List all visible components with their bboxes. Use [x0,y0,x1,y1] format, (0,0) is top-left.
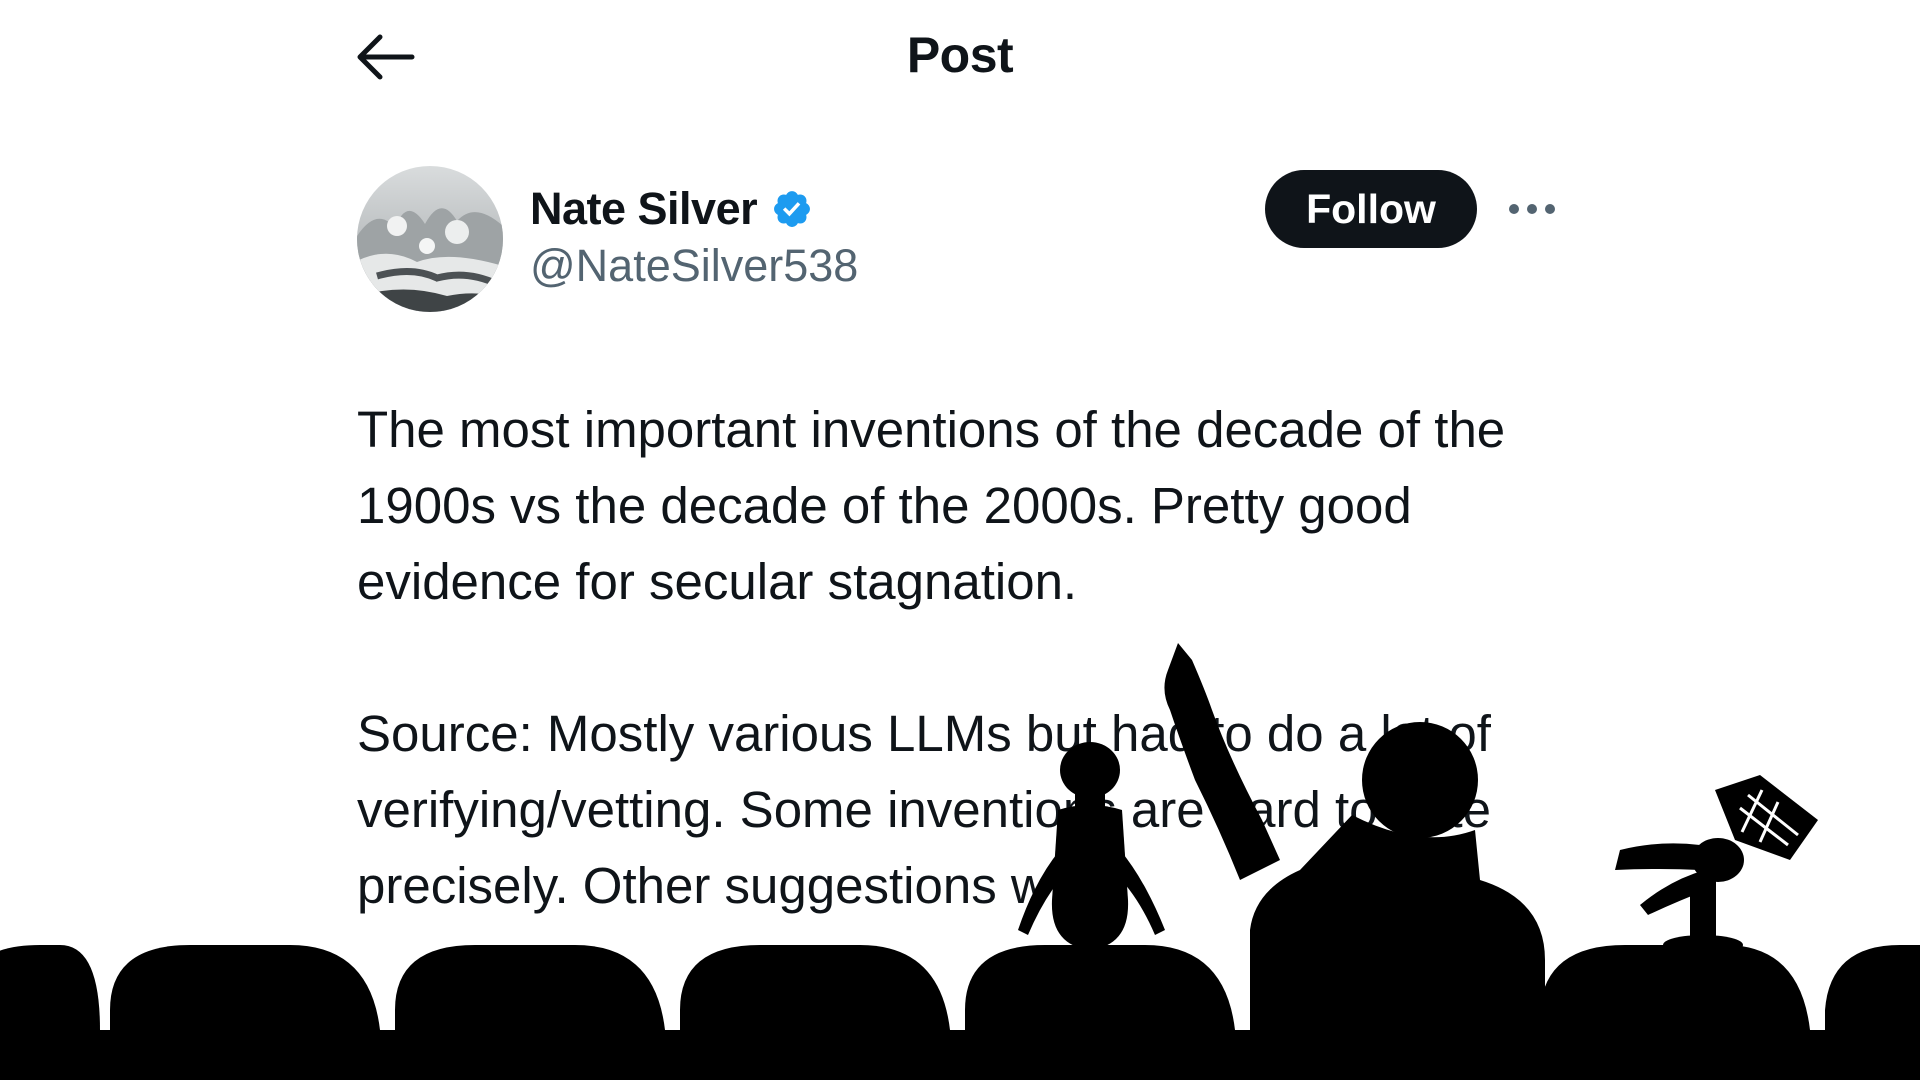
robot-neck [1690,880,1716,940]
verified-badge-icon[interactable] [771,188,813,230]
post-paragraph: The most important inventions of the dec… [357,401,1506,610]
theater-floor [0,1030,1920,1080]
post-body: The most important inventions of the dec… [357,392,1587,924]
author-display-name[interactable]: Nate Silver [530,182,858,236]
author-names: Nate Silver @NateSilver538 [530,182,858,296]
author-handle[interactable]: @NateSilver538 [530,236,858,296]
post-author: Nate Silver @NateSilver538 Follow [357,166,1557,316]
theater-seat [110,945,385,1080]
post-page: Post Nate Silver @NateSilver538 Follow T… [0,0,1920,1080]
theater-seat [680,945,955,1080]
more-options-button[interactable] [1497,186,1567,232]
theater-seat [395,945,670,1080]
theater-seat [1540,945,1815,1080]
more-horizontal-icon [1509,204,1555,214]
page-title: Post [906,27,1014,83]
avatar-image [357,166,503,312]
post-paragraph: Source: Mostly various LLMs but had to d… [357,705,1491,914]
robot-head [1715,775,1818,860]
follow-button[interactable]: Follow [1265,170,1477,248]
theater-seat [1825,945,1920,1080]
avatar[interactable] [357,166,503,312]
theater-seat [965,945,1240,1080]
post-header: Post [0,0,1920,110]
theater-seat [0,945,100,1080]
robot-beak [1615,843,1700,870]
display-name-text: Nate Silver [530,183,758,234]
robot-beak [1640,870,1712,915]
